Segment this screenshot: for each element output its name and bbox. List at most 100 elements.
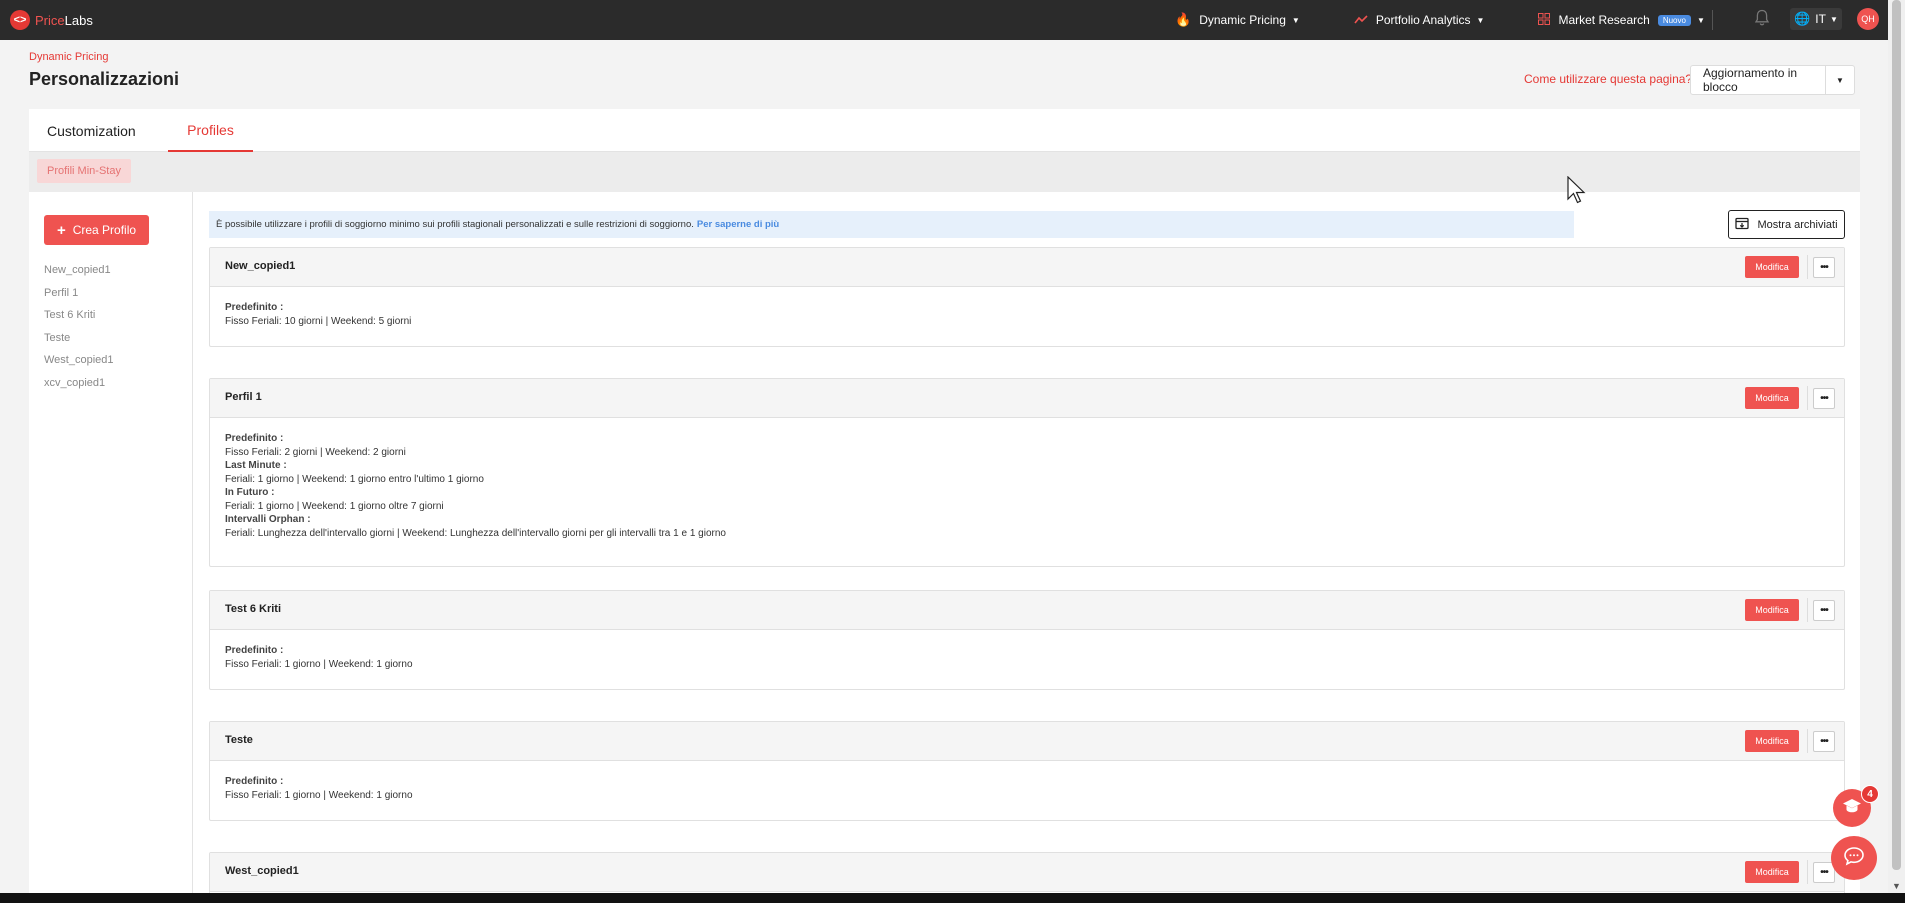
profile-card-header: New_copied1 Modifica ••• <box>210 248 1844 287</box>
globe-icon: 🌐 <box>1794 11 1811 26</box>
help-link[interactable]: Come utilizzare questa pagina? <box>1524 72 1692 86</box>
profile-card-body: Predefinito : Fisso Feriali: 2 giorni | … <box>210 418 1844 554</box>
rule-label: Last Minute : <box>225 460 287 471</box>
more-options-button[interactable]: ••• <box>1813 731 1835 752</box>
edit-profile-button[interactable]: Modifica <box>1745 387 1799 409</box>
caret-down-icon: ▼ <box>1829 14 1838 24</box>
pricelabs-logo[interactable]: <> PriceLabs <box>10 10 93 30</box>
divider <box>1807 729 1808 753</box>
caret-down-icon: ▼ <box>1476 15 1485 25</box>
chat-button[interactable] <box>1831 836 1877 880</box>
tabs-bar: Customization Profiles <box>29 109 1860 152</box>
profile-list-item[interactable]: Test 6 Kriti <box>44 308 114 331</box>
bulk-update-group: Aggiornamento in blocco ▼ <box>1690 65 1855 95</box>
profile-card-body: Predefinito : Fisso Feriali: 10 giorni |… <box>210 287 1844 342</box>
rule-value: Fisso Feriali: 10 giorni | Weekend: 5 gi… <box>225 315 412 327</box>
info-text: È possibile utilizzare i profili di sogg… <box>216 219 694 230</box>
archive-icon <box>1735 216 1750 233</box>
profile-card-header: Perfil 1 Modifica ••• <box>210 379 1844 418</box>
caret-down-icon: ▼ <box>1836 75 1844 85</box>
rule-value: Feriali: Lunghezza dell'intervallo giorn… <box>225 527 726 539</box>
rule-label: Predefinito : <box>225 433 284 444</box>
trend-icon <box>1354 13 1368 28</box>
caret-down-icon: ▼ <box>1291 15 1300 25</box>
more-options-button[interactable]: ••• <box>1813 600 1835 621</box>
divider <box>1807 860 1808 884</box>
new-badge: Nuovo <box>1657 14 1691 26</box>
scrollbar-thumb[interactable] <box>1892 0 1901 870</box>
nav-divider <box>1712 10 1713 30</box>
tab-customization[interactable]: Customization <box>47 109 136 152</box>
rule-label: Predefinito : <box>225 302 284 313</box>
profile-name: Test 6 Kriti <box>225 603 282 615</box>
edit-profile-button[interactable]: Modifica <box>1745 861 1799 883</box>
create-profile-label: Crea Profilo <box>72 223 137 237</box>
profile-name: New_copied1 <box>225 260 296 272</box>
profile-name: Perfil 1 <box>225 391 262 403</box>
language-selector[interactable]: 🌐 IT ▼ <box>1790 8 1842 30</box>
rule-label: In Futuro : <box>225 487 275 498</box>
profile-list-item[interactable]: New_copied1 <box>44 263 114 286</box>
flame-icon: 🔥 <box>1175 12 1192 27</box>
profile-card-header: West_copied1 Modifica ••• <box>210 853 1844 892</box>
language-code: IT <box>1815 12 1826 26</box>
plus-icon: + <box>56 221 66 239</box>
edit-profile-button[interactable]: Modifica <box>1745 730 1799 752</box>
edit-profile-button[interactable]: Modifica <box>1745 256 1799 278</box>
profile-card: Teste Modifica ••• Predefinito : Fisso F… <box>209 721 1845 821</box>
profile-card-body: Predefinito : Fisso Feriali: 1 giorno | … <box>210 630 1844 685</box>
scroll-down-arrow-icon[interactable]: ▼ <box>1892 881 1901 891</box>
top-navbar: <> PriceLabs 🔥 Dynamic Pricing ▼ Portfol… <box>0 0 1888 40</box>
nav-dynamic-pricing[interactable]: 🔥 Dynamic Pricing ▼ <box>1175 12 1300 28</box>
more-options-button[interactable]: ••• <box>1813 388 1835 409</box>
edit-profile-button[interactable]: Modifica <box>1745 599 1799 621</box>
show-archived-button[interactable]: Mostra archiviati <box>1728 210 1845 239</box>
avatar[interactable]: QH <box>1857 8 1879 30</box>
profile-list-item[interactable]: Perfil 1 <box>44 286 114 309</box>
page-scrollbar[interactable]: ▼ <box>1888 0 1905 893</box>
nav-label: Dynamic Pricing <box>1199 13 1286 27</box>
bell-icon[interactable] <box>1754 9 1772 29</box>
rule-label: Predefinito : <box>225 645 284 656</box>
profile-list-item[interactable]: West_copied1 <box>44 353 114 376</box>
learn-more-link[interactable]: Per saperne di più <box>697 219 779 230</box>
nav-market-research[interactable]: Market Research Nuovo ▼ <box>1538 12 1705 28</box>
rule-value: Fisso Feriali: 2 giorni | Weekend: 2 gio… <box>225 446 406 458</box>
logo-text: PriceLabs <box>35 12 93 28</box>
profile-card: Test 6 Kriti Modifica ••• Predefinito : … <box>209 590 1845 690</box>
rule-value: Feriali: 1 giorno | Weekend: 1 giorno en… <box>225 473 484 485</box>
show-archived-label: Mostra archiviati <box>1757 218 1838 231</box>
chat-bubble-icon <box>1843 846 1865 871</box>
profile-list: New_copied1 Perfil 1 Test 6 Kriti Teste … <box>44 263 114 398</box>
more-options-button[interactable]: ••• <box>1813 257 1835 278</box>
nav-label: Portfolio Analytics <box>1375 13 1471 27</box>
tab-profiles[interactable]: Profiles <box>168 109 253 152</box>
grid-icon <box>1538 12 1551 28</box>
profile-card-header: Test 6 Kriti Modifica ••• <box>210 591 1844 630</box>
profile-list-item[interactable]: xcv_copied1 <box>44 376 114 399</box>
divider <box>1807 255 1808 279</box>
bulk-update-button[interactable]: Aggiornamento in blocco <box>1691 66 1826 94</box>
profile-card-header: Teste Modifica ••• <box>210 722 1844 761</box>
profile-name: West_copied1 <box>225 865 299 877</box>
breadcrumb[interactable]: Dynamic Pricing <box>29 51 108 63</box>
profiles-sidebar: + Crea Profilo New_copied1 Perfil 1 Test… <box>29 192 193 893</box>
rule-label: Intervalli Orphan : <box>225 514 311 525</box>
profile-card: Perfil 1 Modifica ••• Predefinito : Fiss… <box>209 378 1845 567</box>
info-banner: È possibile utilizzare i profili di sogg… <box>209 211 1574 238</box>
profile-card: New_copied1 Modifica ••• Predefinito : F… <box>209 247 1845 347</box>
rule-value: Fisso Feriali: 1 giorno | Weekend: 1 gio… <box>225 789 413 801</box>
rule-value: Fisso Feriali: 1 giorno | Weekend: 1 gio… <box>225 658 413 670</box>
caret-down-icon: ▼ <box>1696 15 1705 25</box>
window-bottom-edge <box>0 893 1905 903</box>
profile-name: Teste <box>225 734 253 746</box>
bulk-update-dropdown[interactable]: ▼ <box>1826 66 1854 94</box>
profile-list-item[interactable]: Teste <box>44 331 114 354</box>
divider <box>1807 598 1808 622</box>
rule-value: Feriali: 1 giorno | Weekend: 1 giorno ol… <box>225 500 444 512</box>
graduation-cap-icon <box>1842 798 1862 819</box>
nav-portfolio-analytics[interactable]: Portfolio Analytics ▼ <box>1354 13 1485 28</box>
subtab-min-stay-profiles[interactable]: Profili Min-Stay <box>37 159 131 183</box>
rule-label: Predefinito : <box>225 776 284 787</box>
create-profile-button[interactable]: + Crea Profilo <box>44 215 149 245</box>
